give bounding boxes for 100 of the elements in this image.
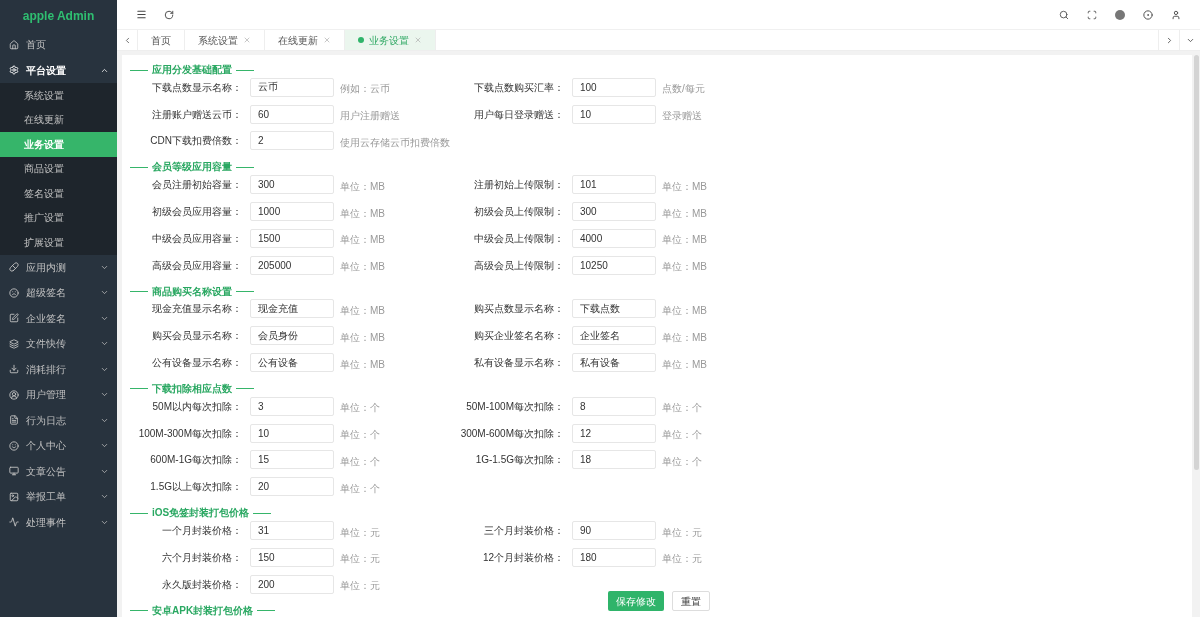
field-label: 永久版封装价格： <box>161 577 242 592</box>
input-field[interactable]: 2 <box>250 131 334 151</box>
input-field[interactable]: 10 <box>572 104 656 124</box>
document-icon <box>9 415 19 426</box>
input-field[interactable]: 180 <box>572 547 656 567</box>
fullscreen-icon[interactable] <box>1087 9 1097 20</box>
submenu-item[interactable]: 在线更新 <box>0 107 117 132</box>
hint-text: 单位：个 <box>662 455 702 467</box>
field-label: 一个月封装价格： <box>161 524 242 539</box>
submenu-item[interactable]: 推广设置 <box>0 205 117 230</box>
sidebar-item[interactable]: 个人中心 <box>0 433 117 459</box>
circle-icon[interactable] <box>1115 9 1125 20</box>
input-field[interactable]: 云币 <box>250 77 334 97</box>
input-field[interactable]: 1500 <box>250 228 334 248</box>
input-field[interactable]: 60 <box>250 104 334 124</box>
input-field[interactable]: 现金充值 <box>250 299 334 319</box>
sidebar-item[interactable]: 行为日志 <box>0 407 117 433</box>
edit-icon <box>9 313 19 324</box>
home-icon <box>9 39 19 50</box>
sidebar-item[interactable]: 文章公告 <box>0 458 117 484</box>
input-field[interactable]: 31 <box>250 521 334 541</box>
reset-button[interactable]: 重置 <box>671 591 710 611</box>
field-label: 下载点数显示名称： <box>151 80 242 95</box>
hint-text: 单位：MB <box>662 304 707 316</box>
sidebar-item[interactable]: 用户管理 <box>0 382 117 408</box>
sidebar-item[interactable]: 平台设置 <box>0 57 117 83</box>
smiley-icon <box>9 440 19 451</box>
input-field[interactable]: 150 <box>250 547 334 567</box>
user-icon[interactable] <box>1171 9 1181 20</box>
hint-text: 登录赠送 <box>662 110 702 122</box>
input-field[interactable]: 10250 <box>572 255 656 275</box>
field-label: 12个月封装价格： <box>481 550 564 565</box>
field-label: 购买会员显示名称： <box>151 329 242 344</box>
hint-text: 单位：MB <box>340 358 385 370</box>
input-field[interactable]: 私有设备 <box>572 353 656 373</box>
sidebar-item[interactable]: 企业签名 <box>0 305 117 331</box>
input-field[interactable]: 3 <box>250 396 334 416</box>
input-field[interactable]: 100 <box>572 77 656 97</box>
pulse-icon <box>9 517 19 528</box>
submenu-item[interactable]: 扩展设置 <box>0 230 117 255</box>
hint-text: 单位：元 <box>340 580 380 592</box>
submenu-item[interactable]: 商品设置 <box>0 156 117 181</box>
input-field[interactable]: 15 <box>250 450 334 470</box>
hint-text: 单位：个 <box>340 482 380 494</box>
hint-text: 单位：个 <box>340 455 380 467</box>
input-field[interactable]: 12 <box>572 423 656 443</box>
hint-text: 单位：MB <box>662 180 707 192</box>
input-field[interactable]: 10 <box>250 423 334 443</box>
submenu-item[interactable]: 签名设置 <box>0 181 117 206</box>
submenu-item[interactable]: 系统设置 <box>0 83 117 108</box>
refresh-icon[interactable] <box>164 9 174 20</box>
input-field[interactable]: 300 <box>250 175 334 195</box>
hint-text: 单位：MB <box>662 234 707 246</box>
field-label: 私有设备显示名称： <box>473 356 564 371</box>
field-label: 下载点数购买汇率： <box>473 80 564 95</box>
field-label: 1G-1.5G每次扣除： <box>474 453 564 468</box>
input-field[interactable]: 下载点数 <box>572 299 656 319</box>
input-field[interactable]: 企业签名 <box>572 326 656 346</box>
pill-icon <box>9 262 19 273</box>
hint-text: 单位：个 <box>662 429 702 441</box>
circle-dot-icon[interactable] <box>1143 9 1153 20</box>
field-label: 50M-100M每次扣除： <box>465 399 564 414</box>
user-circle-icon <box>9 389 19 400</box>
input-field[interactable]: 4000 <box>572 228 656 248</box>
input-field[interactable]: 300 <box>572 202 656 222</box>
hint-text: 单位：个 <box>662 402 702 414</box>
field-label: CDN下载扣费倍数： <box>149 134 242 149</box>
input-field[interactable]: 101 <box>572 175 656 195</box>
gear-icon <box>9 65 19 76</box>
sidebar-item[interactable]: 举报工单 <box>0 484 117 510</box>
input-field[interactable]: 90 <box>572 521 656 541</box>
sidebar-item[interactable]: 应用内测 <box>0 254 117 280</box>
hint-text: 例如：云币 <box>340 83 390 95</box>
input-field[interactable]: 20 <box>250 477 334 497</box>
input-field[interactable]: 8 <box>572 396 656 416</box>
scrollbar-thumb[interactable] <box>1193 55 1199 470</box>
sidebar-item[interactable]: 文件快传 <box>0 331 117 357</box>
field-label: 300M-600M每次扣除： <box>459 426 564 441</box>
field-label: 初级会员上传限制： <box>473 205 564 220</box>
input-field[interactable]: 会员身份 <box>250 326 334 346</box>
field-label: 注册初始上传限制： <box>473 178 564 193</box>
hint-text: 单位：MB <box>662 358 707 370</box>
field-label: 高级会员应用容量： <box>151 258 242 273</box>
input-field[interactable]: 18 <box>572 450 656 470</box>
page-tab[interactable]: 首页 <box>138 30 185 50</box>
field-label: 六个月封装价格： <box>161 550 242 565</box>
section-title: iOS免签封装打包价格 <box>152 507 250 520</box>
input-field[interactable]: 205000 <box>250 255 334 275</box>
field-label: 初级会员应用容量： <box>151 205 242 220</box>
input-field[interactable]: 1000 <box>250 202 334 222</box>
hint-text: 单位：个 <box>340 402 380 414</box>
page-tab[interactable]: 系统设置 <box>185 30 265 50</box>
sidebar-item[interactable]: 超级签名 <box>0 280 117 306</box>
input-field[interactable]: 200 <box>250 574 334 594</box>
sidebar-item[interactable]: 处理事件 <box>0 509 117 535</box>
search-icon[interactable] <box>1059 9 1069 20</box>
sidebar-item[interactable]: 消耗排行 <box>0 356 117 382</box>
sidebar-item[interactable]: 首页 <box>0 32 117 58</box>
input-field[interactable]: 公有设备 <box>250 353 334 373</box>
menu-icon[interactable] <box>135 9 147 20</box>
